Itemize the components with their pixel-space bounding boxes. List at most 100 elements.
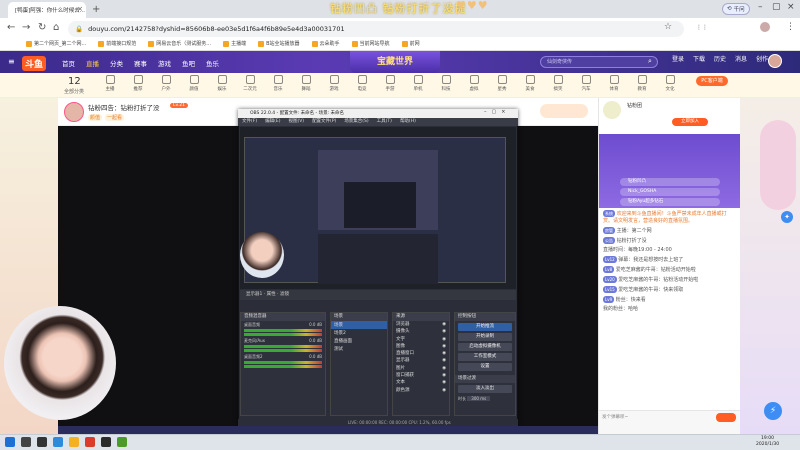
volume-meter[interactable] <box>244 365 322 368</box>
app-task-icon[interactable] <box>85 437 95 447</box>
browser-tab[interactable]: [鸭蛋]阿强：你什么时候去... × <box>8 2 86 18</box>
obs-task-icon[interactable] <box>101 437 111 447</box>
volume-meter[interactable] <box>244 345 322 348</box>
event-banner[interactable]: 宝藏世界 <box>350 51 440 73</box>
profile-avatar[interactable] <box>760 22 770 32</box>
eye-icon[interactable]: ◉ <box>442 350 446 357</box>
user-avatar[interactable] <box>768 54 782 68</box>
send-button[interactable] <box>716 413 736 422</box>
category-item[interactable]: 二次元 <box>240 75 260 92</box>
join-fan-club-button[interactable]: 立即加入 <box>672 118 708 126</box>
category-item[interactable]: 星秀 <box>492 75 512 92</box>
app-task-icon[interactable] <box>117 437 127 447</box>
search-input[interactable]: 仙剑奇侠传 <box>540 56 658 68</box>
bookmark-item[interactable]: 第二个网页_第二个网... <box>26 40 86 47</box>
source-item[interactable]: 窗口捕获 ◉ <box>393 372 449 379</box>
obs-menu-item[interactable]: 文件(F) <box>242 118 257 126</box>
side-float-icon[interactable]: ✦ <box>781 211 793 223</box>
category-item[interactable]: 搞笑 <box>548 75 568 92</box>
category-item[interactable]: 音乐 <box>268 75 288 92</box>
nav-events[interactable]: 赛事 <box>134 58 147 68</box>
room-tag[interactable]: 颜值 <box>88 114 103 121</box>
eye-icon[interactable]: ◉ <box>442 365 446 372</box>
source-item[interactable]: 摄像头 ◉ <box>393 328 449 335</box>
start-recording-button[interactable]: 开始录制 <box>458 333 512 341</box>
obs-menu-item[interactable]: 工具(T) <box>377 118 392 126</box>
volume-meter[interactable] <box>244 361 322 364</box>
pc-client-button[interactable]: PC客户端 <box>696 76 728 86</box>
obs-menu-item[interactable]: 配置文件(P) <box>312 118 336 126</box>
category-item[interactable]: 颜值 <box>184 75 204 92</box>
nav-live[interactable]: 直播 <box>86 58 99 68</box>
rank-row[interactable]: 钻粉Ayu超多钻石 <box>620 198 720 206</box>
studio-mode-button[interactable]: 工作室模式 <box>458 353 512 361</box>
bookmark-item[interactable]: 网易云音乐（测试服务... <box>148 40 211 47</box>
eye-icon[interactable]: ◉ <box>442 357 446 364</box>
eye-icon[interactable]: ◉ <box>442 372 446 379</box>
category-item[interactable]: 虚拟 <box>464 75 484 92</box>
menu-icon[interactable]: ⋮ <box>786 22 795 32</box>
download-icon[interactable]: 下载 <box>693 54 705 63</box>
follow-button[interactable] <box>540 104 588 118</box>
category-label[interactable]: 全部分类 <box>64 88 84 95</box>
address-input[interactable]: 🔒 douyu.com/2142758?dyshid=85606b8-ee03e… <box>68 21 684 37</box>
source-item[interactable]: 图片 ◉ <box>393 365 449 372</box>
back-icon[interactable]: ← <box>7 22 15 33</box>
clock[interactable]: 19:00 2020/1/30 <box>756 436 779 448</box>
volume-meter[interactable] <box>244 349 322 352</box>
source-item[interactable]: 图像 ◉ <box>393 343 449 350</box>
minimize-icon[interactable]: – <box>758 2 763 12</box>
volume-meter[interactable] <box>244 329 322 332</box>
category-item[interactable]: 科技 <box>436 75 456 92</box>
bookmark-star-icon[interactable]: ☆ <box>664 22 672 32</box>
forward-icon[interactable]: → <box>22 22 30 33</box>
nav-category[interactable]: 分类 <box>110 58 123 68</box>
obs-menu-item[interactable]: 帮助(H) <box>400 118 416 126</box>
search-task-icon[interactable] <box>21 437 31 447</box>
eye-icon[interactable]: ◉ <box>442 336 446 343</box>
settings-button[interactable]: 设置 <box>458 363 512 371</box>
message-icon[interactable]: 消息 <box>735 54 747 63</box>
hamburger-icon[interactable]: ≡ <box>8 57 15 66</box>
bookmark-item[interactable]: 云朵助手 <box>311 40 340 47</box>
reload-icon[interactable]: ↻ <box>38 22 46 33</box>
task-view-icon[interactable] <box>37 437 47 447</box>
obs-window-controls[interactable]: –▢× <box>484 109 510 115</box>
nav-fun[interactable]: 鱼乐 <box>206 58 219 68</box>
obs-menu-item[interactable]: 场景集合(S) <box>344 118 368 126</box>
category-item[interactable]: 体育 <box>604 75 624 92</box>
new-tab-icon[interactable]: + <box>92 4 100 15</box>
nav-yuba[interactable]: 鱼吧 <box>182 58 195 68</box>
scene-item[interactable]: 直播画面 <box>331 337 387 345</box>
source-item[interactable]: 浏览器 ◉ <box>393 321 449 328</box>
volume-meter[interactable] <box>244 333 322 336</box>
explorer-task-icon[interactable] <box>69 437 79 447</box>
eye-icon[interactable]: ◉ <box>442 343 446 350</box>
source-item[interactable]: 文本 ◉ <box>393 379 449 386</box>
search-icon[interactable]: ⌕ <box>648 57 652 66</box>
room-tag[interactable]: 一起看 <box>105 114 125 121</box>
eye-icon[interactable]: ◉ <box>442 387 446 394</box>
obs-menu-item[interactable]: 视图(V) <box>288 118 304 126</box>
eye-icon[interactable]: ◉ <box>442 321 446 328</box>
start-streaming-button[interactable]: 开始推流 <box>458 323 512 331</box>
rank-row[interactable]: Nick_GOSHA <box>620 188 720 196</box>
scene-item[interactable]: 场景2 <box>331 329 387 337</box>
nav-games[interactable]: 游戏 <box>158 58 171 68</box>
duration-input[interactable]: 300 ms <box>467 396 491 401</box>
scene-item[interactable]: 测试 <box>331 345 387 353</box>
category-item[interactable]: 户外 <box>156 75 176 92</box>
close-tab-icon[interactable]: × <box>77 5 83 13</box>
gift-bar[interactable] <box>58 426 598 434</box>
obs-preview-toolbar[interactable]: 显示器1 · 属性 · 滤镜 <box>240 290 516 300</box>
close-window-icon[interactable]: × <box>787 2 795 12</box>
category-item[interactable]: 手游 <box>380 75 400 92</box>
streamer-avatar[interactable] <box>64 102 84 122</box>
category-item[interactable]: 文化 <box>660 75 680 92</box>
category-item[interactable]: 舞蹈 <box>296 75 316 92</box>
rank-row[interactable]: 钻粉凹凸 <box>620 178 720 186</box>
source-item[interactable]: 直播窗口 ◉ <box>393 350 449 357</box>
scene-item[interactable]: 场景 <box>331 321 387 329</box>
category-item[interactable]: 汽车 <box>576 75 596 92</box>
nav-home[interactable]: 首页 <box>62 58 75 68</box>
